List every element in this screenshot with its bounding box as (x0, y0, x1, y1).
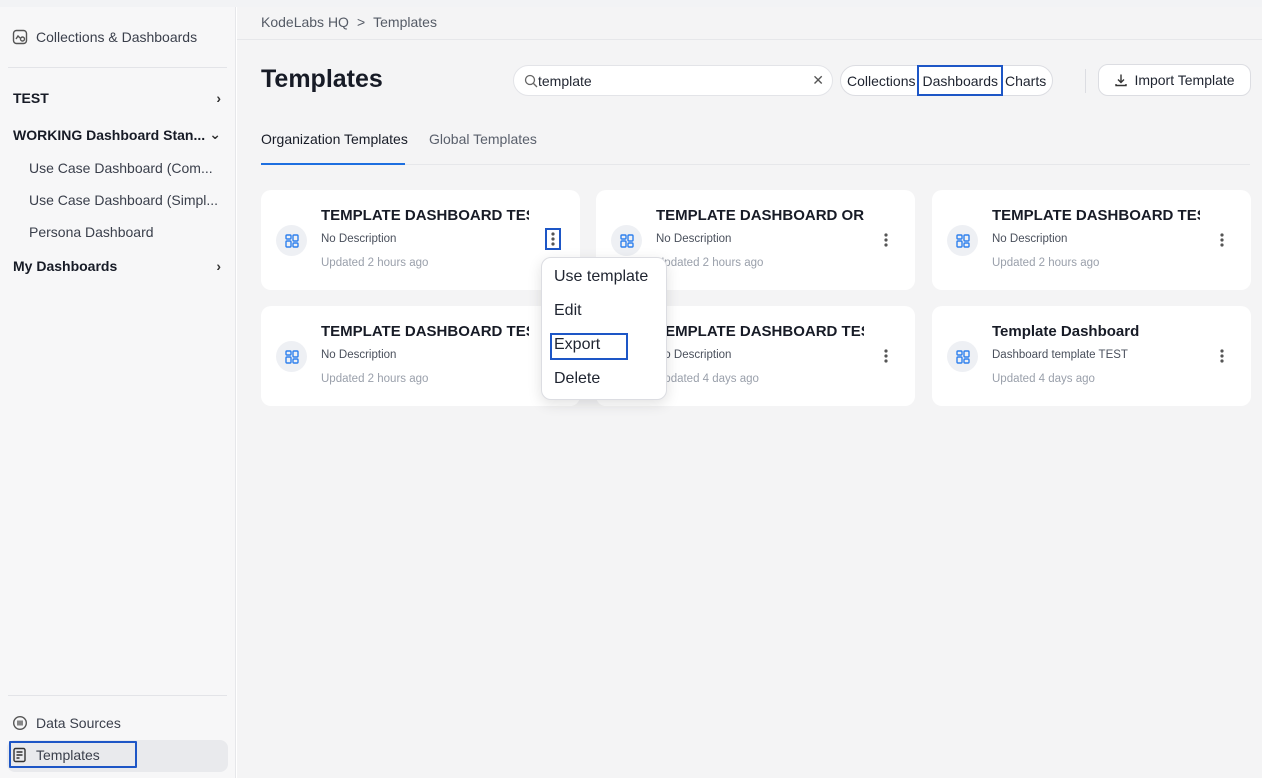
main-content: KodeLabs HQ > Templates Templates templa… (237, 7, 1262, 778)
breadcrumb-root[interactable]: KodeLabs HQ (261, 14, 349, 30)
sidebar-data-sources-label: Data Sources (36, 715, 121, 731)
dashboard-icon (12, 29, 28, 45)
kebab-icon (551, 232, 555, 246)
focus-highlight (9, 741, 137, 768)
card-updated: Updated 4 days ago (656, 373, 759, 385)
breadcrumb: KodeLabs HQ > Templates (261, 14, 437, 30)
sidebar-collections-link[interactable]: Collections & Dashboards (12, 29, 197, 45)
toolbar-divider (1085, 69, 1086, 93)
close-icon[interactable]: ✕ (812, 72, 824, 89)
menu-item-use-template[interactable]: Use template (554, 268, 648, 286)
page-title: Templates (261, 65, 383, 93)
dashboard-grid-icon (947, 341, 978, 372)
template-card[interactable]: TEMPLATE DASHBOARD TEST No Description U… (261, 190, 580, 290)
type-filter: Collections Dashboards Charts (840, 65, 1054, 96)
card-description: No Description (656, 349, 732, 361)
card-updated: Updated 2 hours ago (321, 373, 429, 385)
search-value: template (538, 72, 592, 89)
card-title: TEMPLATE DASHBOARD TEST (321, 207, 529, 224)
sidebar-item-test[interactable]: TEST › (13, 90, 221, 106)
more-options-button[interactable] (1215, 346, 1229, 366)
template-card[interactable]: Template Dashboard Dashboard template TE… (932, 306, 1251, 406)
data-sources-icon (12, 715, 28, 731)
dashboard-grid-icon (276, 225, 307, 256)
card-title: TEMPLATE DASHBOARD TEST (321, 323, 529, 340)
card-title: TEMPLATE DASHBOARD ORG (656, 207, 864, 224)
filter-dashboards-button[interactable]: Dashboards (917, 65, 1003, 96)
dashboard-grid-icon (276, 341, 307, 372)
import-template-label: Import Template (1134, 72, 1235, 88)
dashboard-grid-icon (947, 225, 978, 256)
kebab-icon (1220, 233, 1224, 247)
card-description: No Description (656, 233, 732, 245)
template-card[interactable]: TEMPLATE DASHBOARD TEST No Description U… (261, 306, 580, 406)
more-options-button[interactable] (879, 230, 893, 250)
card-updated: Updated 4 days ago (992, 373, 1095, 385)
import-template-button[interactable]: Import Template (1098, 64, 1251, 96)
card-context-menu: Use template Edit Export Delete (541, 257, 667, 400)
card-updated: Updated 2 hours ago (992, 257, 1100, 269)
dashboard-grid-icon (611, 225, 642, 256)
menu-item-delete[interactable]: Delete (554, 370, 600, 388)
sidebar-data-sources[interactable]: Data Sources (12, 715, 121, 731)
card-description: No Description (321, 233, 397, 245)
sidebar-subitem-use-case-com[interactable]: Use Case Dashboard (Com... (29, 160, 224, 176)
sidebar-divider (8, 695, 227, 696)
card-title: TEMPLATE DASHBOARD TEST (992, 207, 1200, 224)
tab-global-templates[interactable]: Global Templates (429, 131, 537, 147)
search-input[interactable]: template ✕ (513, 65, 833, 96)
more-options-button[interactable] (545, 228, 561, 250)
card-description: No Description (992, 233, 1068, 245)
card-updated: Updated 2 hours ago (656, 257, 764, 269)
card-updated: Updated 2 hours ago (321, 257, 429, 269)
sidebar-item-my-dashboards[interactable]: My Dashboards › (13, 258, 221, 274)
menu-item-edit[interactable]: Edit (554, 302, 582, 320)
sidebar-collections-label: Collections & Dashboards (36, 29, 198, 45)
sidebar-item-working-dashboard[interactable]: WORKING Dashboard Stan... ⌄ (13, 126, 221, 143)
search-icon (524, 74, 538, 87)
more-options-button[interactable] (1215, 230, 1229, 250)
filter-collections-button[interactable]: Collections (845, 65, 917, 96)
breadcrumb-current: Templates (373, 14, 437, 30)
chevron-right-icon: › (216, 90, 221, 106)
sidebar-item-label: WORKING Dashboard Stan... (13, 126, 206, 143)
breadcrumb-separator: > (356, 14, 366, 30)
card-description: Dashboard template TEST (992, 349, 1128, 361)
kebab-icon (884, 349, 888, 363)
more-options-button[interactable] (879, 346, 893, 366)
breadcrumb-divider (237, 39, 1262, 40)
sidebar: Collections & Dashboards TEST › WORKING … (0, 7, 236, 778)
sidebar-subitem-persona[interactable]: Persona Dashboard (29, 224, 224, 240)
template-card[interactable]: TEMPLATE DASHBOARD TEST No Description U… (932, 190, 1251, 290)
kebab-icon (1220, 349, 1224, 363)
sidebar-item-label: TEST (13, 90, 49, 106)
filter-charts-button[interactable]: Charts (1003, 65, 1048, 96)
chevron-right-icon: › (216, 258, 221, 274)
top-strip (0, 0, 1262, 7)
sidebar-item-label: My Dashboards (13, 258, 118, 274)
sidebar-subitem-use-case-simpl[interactable]: Use Case Dashboard (Simpl... (29, 192, 224, 208)
tabs-divider (405, 164, 1250, 165)
sidebar-divider (8, 67, 227, 68)
kebab-icon (884, 233, 888, 247)
menu-item-export[interactable]: Export (554, 336, 600, 354)
card-description: No Description (321, 349, 397, 361)
chevron-down-icon: ⌄ (209, 126, 221, 142)
active-tab-indicator (261, 163, 405, 165)
card-title: Template Dashboard (992, 323, 1140, 340)
download-icon (1115, 74, 1128, 87)
tab-organization-templates[interactable]: Organization Templates (261, 131, 408, 147)
card-title: TEMPLATE DASHBOARD TEST (656, 323, 864, 340)
